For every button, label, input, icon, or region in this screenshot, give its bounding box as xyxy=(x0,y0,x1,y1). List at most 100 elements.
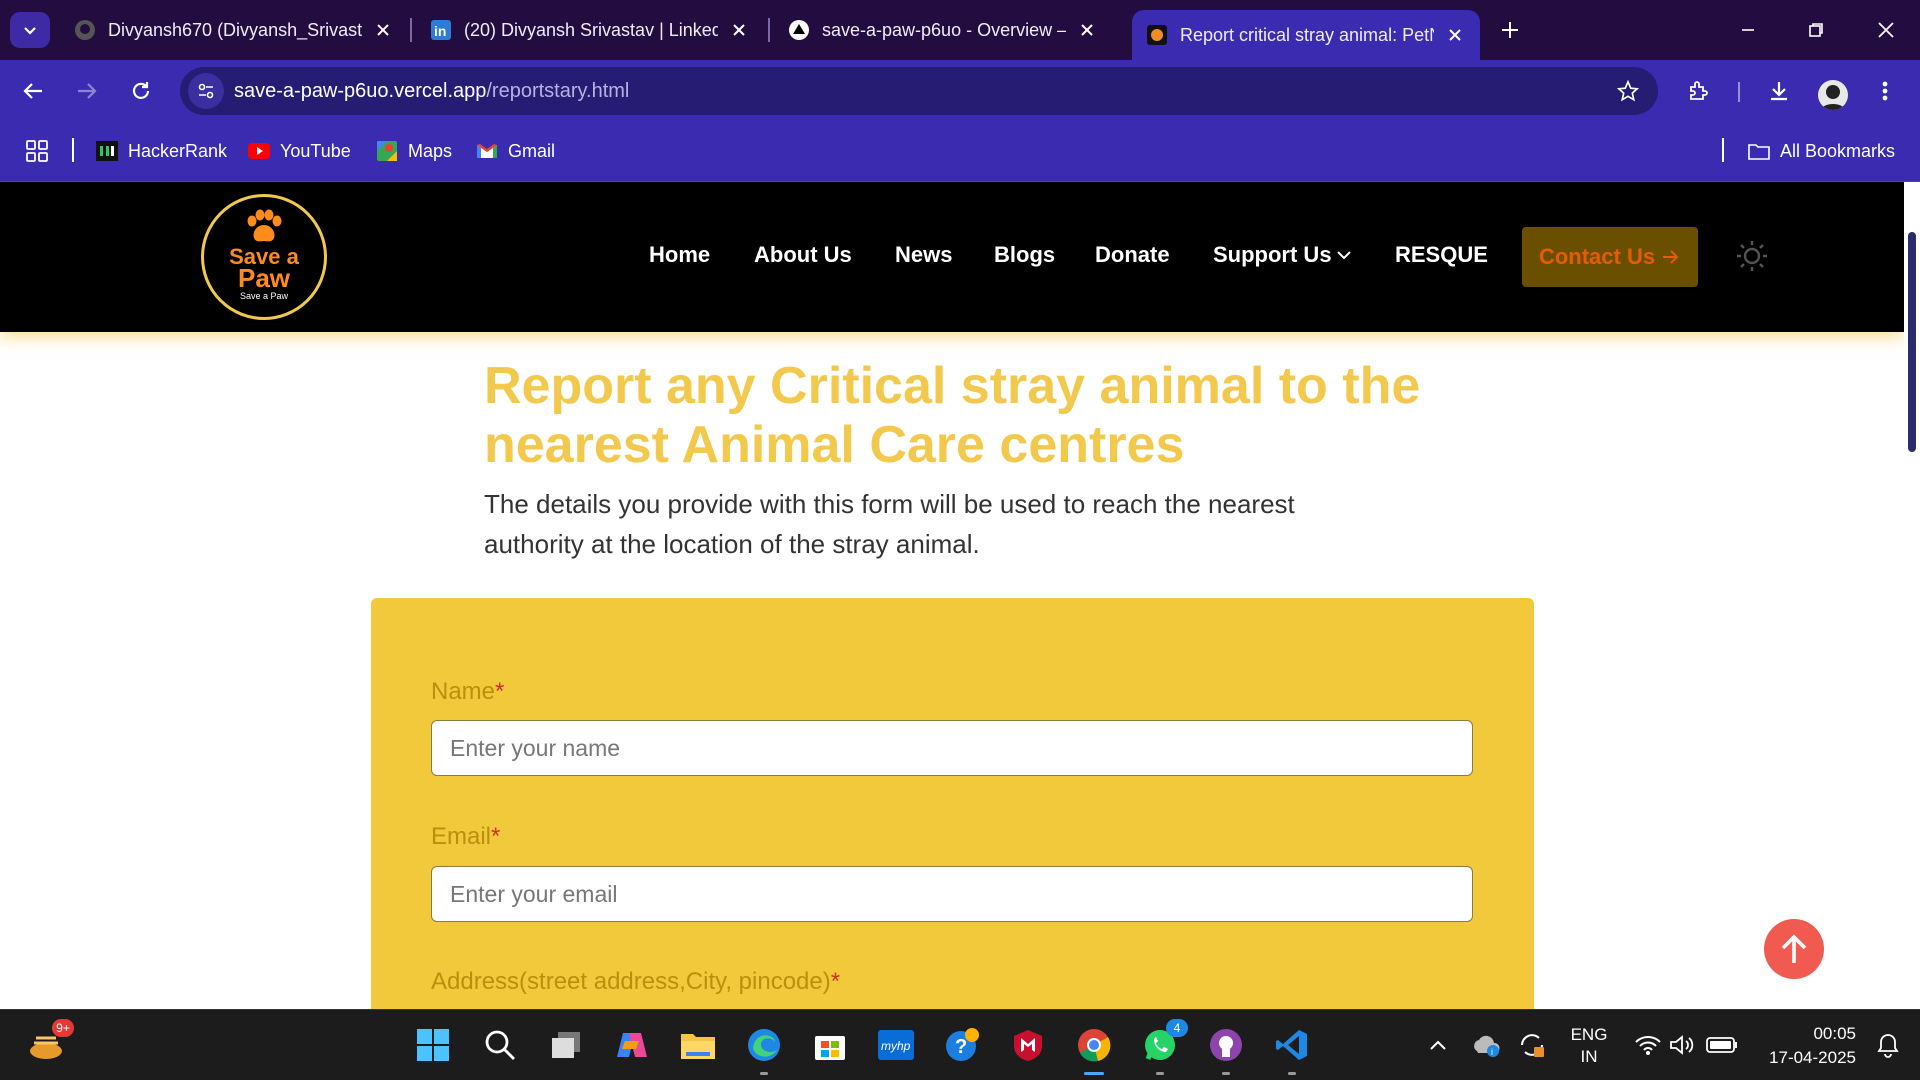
edge-button[interactable] xyxy=(744,1025,784,1075)
start-button[interactable] xyxy=(413,1025,453,1065)
tab-report-stray[interactable]: Report critical stray animal: PetN xyxy=(1132,10,1480,60)
site-info-icon[interactable] xyxy=(188,73,224,109)
nav-support-us[interactable]: Support Us xyxy=(1213,242,1352,268)
arrow-up-icon xyxy=(1781,934,1807,963)
nav-blogs[interactable]: Blogs xyxy=(994,242,1055,268)
bookmark-label: Maps xyxy=(408,140,453,161)
github-icon xyxy=(74,19,96,41)
file-explorer-button[interactable] xyxy=(678,1025,718,1065)
hackerrank-icon xyxy=(96,141,118,161)
bookmark-hackerrank[interactable]: HackerRank xyxy=(96,136,227,166)
running-indicator xyxy=(1222,1072,1230,1075)
mcafee-button[interactable] xyxy=(1008,1025,1048,1065)
nav-home[interactable]: Home xyxy=(649,242,710,268)
page-description: The details you provide with this form w… xyxy=(484,489,1295,559)
bookmark-youtube[interactable]: YouTube xyxy=(248,136,351,166)
maps-icon xyxy=(376,141,398,161)
widgets-button[interactable]: 9+ xyxy=(26,1019,74,1065)
minimize-button[interactable] xyxy=(1728,12,1768,48)
clock-time: 00:05 xyxy=(1813,1024,1856,1043)
back-button[interactable] xyxy=(16,74,50,108)
restore-button[interactable] xyxy=(1796,12,1836,48)
folder-icon xyxy=(681,1034,715,1059)
notification-badge: 9+ xyxy=(52,1019,74,1037)
close-icon[interactable] xyxy=(1444,24,1466,46)
vscode-button[interactable] xyxy=(1272,1025,1312,1075)
forward-button[interactable] xyxy=(70,74,104,108)
bookmark-label: YouTube xyxy=(280,140,351,161)
show-hidden-icons-button[interactable] xyxy=(1418,1025,1458,1065)
close-window-button[interactable] xyxy=(1866,12,1906,48)
notification-center-button[interactable] xyxy=(1868,1025,1908,1065)
tab-github[interactable]: Divyansh670 (Divyansh_Srivasta xyxy=(60,8,408,52)
report-form: Name* Email* Address(street address,City… xyxy=(371,598,1534,1009)
menu-button[interactable] xyxy=(1868,74,1902,108)
bell-icon xyxy=(1877,1034,1899,1058)
volume-button[interactable] xyxy=(1662,1025,1702,1065)
tab-linkedin[interactable]: in (20) Divyansh Srivastav | LinkedI xyxy=(416,8,764,52)
nav-news[interactable]: News xyxy=(895,242,952,268)
downloads-button[interactable] xyxy=(1762,74,1796,108)
copilot-button[interactable] xyxy=(612,1025,652,1065)
arrow-right-icon xyxy=(78,83,97,99)
store-icon xyxy=(815,1036,845,1060)
contact-us-button[interactable]: Contact Us xyxy=(1522,227,1698,287)
bookmarks-bar: HackerRank YouTube Maps Gmail All Bookma… xyxy=(0,120,1920,182)
all-bookmarks-button[interactable]: All Bookmarks xyxy=(1748,136,1895,166)
whatsapp-button[interactable]: 4 xyxy=(1140,1019,1188,1075)
chevron-down-icon xyxy=(1336,251,1351,260)
close-icon xyxy=(1878,22,1894,38)
logo-line-2: Paw xyxy=(237,263,291,293)
email-label-text: Email xyxy=(431,823,492,850)
save-a-paw-icon xyxy=(1146,24,1168,46)
close-icon[interactable] xyxy=(1076,19,1098,41)
scroll-to-top-button[interactable] xyxy=(1764,919,1824,979)
onedrive-button[interactable]: i xyxy=(1466,1025,1506,1065)
new-tab-button[interactable] xyxy=(1494,14,1526,46)
tab-vercel[interactable]: save-a-paw-p6uo - Overview – xyxy=(774,8,1112,52)
close-icon[interactable] xyxy=(372,19,394,41)
bookmark-star-button[interactable] xyxy=(1612,75,1644,107)
nav-resque[interactable]: RESQUE xyxy=(1395,242,1488,268)
task-view-button[interactable] xyxy=(546,1025,586,1065)
nav-donate[interactable]: Donate xyxy=(1095,242,1170,268)
clock[interactable]: 00:05 17-04-2025 xyxy=(1769,1022,1856,1070)
name-input[interactable] xyxy=(431,720,1473,776)
github-desktop-button[interactable] xyxy=(1206,1025,1246,1075)
tab-search-button[interactable] xyxy=(10,12,50,48)
site-logo[interactable]: Save a Paw Save a Paw xyxy=(201,194,327,320)
windows-taskbar: 9+ myhp ? 4 i ENG IN 00:05 17-04-2025 xyxy=(0,1009,1920,1080)
close-icon[interactable] xyxy=(728,19,750,41)
store-button[interactable] xyxy=(810,1025,850,1065)
reload-icon xyxy=(132,82,150,99)
linkedin-icon: in xyxy=(430,19,452,41)
email-input[interactable] xyxy=(431,866,1473,922)
reload-button[interactable] xyxy=(124,74,158,108)
address-bar[interactable]: save-a-paw-p6uo.vercel.app/reportstary.h… xyxy=(180,67,1658,115)
extensions-button[interactable] xyxy=(1682,74,1716,108)
chrome-button[interactable] xyxy=(1074,1025,1114,1075)
nav-about-us[interactable]: About Us xyxy=(754,242,852,268)
bookmark-gmail[interactable]: Gmail xyxy=(476,136,555,166)
whatsapp-badge: 4 xyxy=(1166,1019,1188,1037)
myhp-button[interactable]: myhp xyxy=(876,1025,916,1065)
all-bookmarks-label: All Bookmarks xyxy=(1780,140,1896,161)
scrollbar-thumb[interactable] xyxy=(1908,232,1916,452)
region-code: IN xyxy=(1580,1047,1598,1066)
apps-button[interactable] xyxy=(26,136,48,166)
chevron-down-icon xyxy=(24,27,36,35)
puzzle-icon xyxy=(1690,81,1708,100)
profile-avatar[interactable] xyxy=(1818,80,1848,110)
tab-title: save-a-paw-p6uo - Overview – xyxy=(822,19,1066,40)
sync-button[interactable] xyxy=(1512,1025,1552,1065)
theme-toggle-button[interactable] xyxy=(1734,238,1770,274)
github-desktop-icon xyxy=(1210,1029,1242,1061)
vercel-icon xyxy=(788,19,810,41)
battery-button[interactable] xyxy=(1702,1025,1742,1065)
search-button[interactable] xyxy=(480,1025,520,1065)
get-help-button[interactable]: ? xyxy=(942,1025,982,1065)
language-indicator[interactable]: ENG IN xyxy=(1566,1024,1612,1068)
bookmark-separator xyxy=(72,138,74,162)
address-label: Address(street address,City, pincode)* xyxy=(431,968,840,996)
bookmark-maps[interactable]: Maps xyxy=(376,136,452,166)
